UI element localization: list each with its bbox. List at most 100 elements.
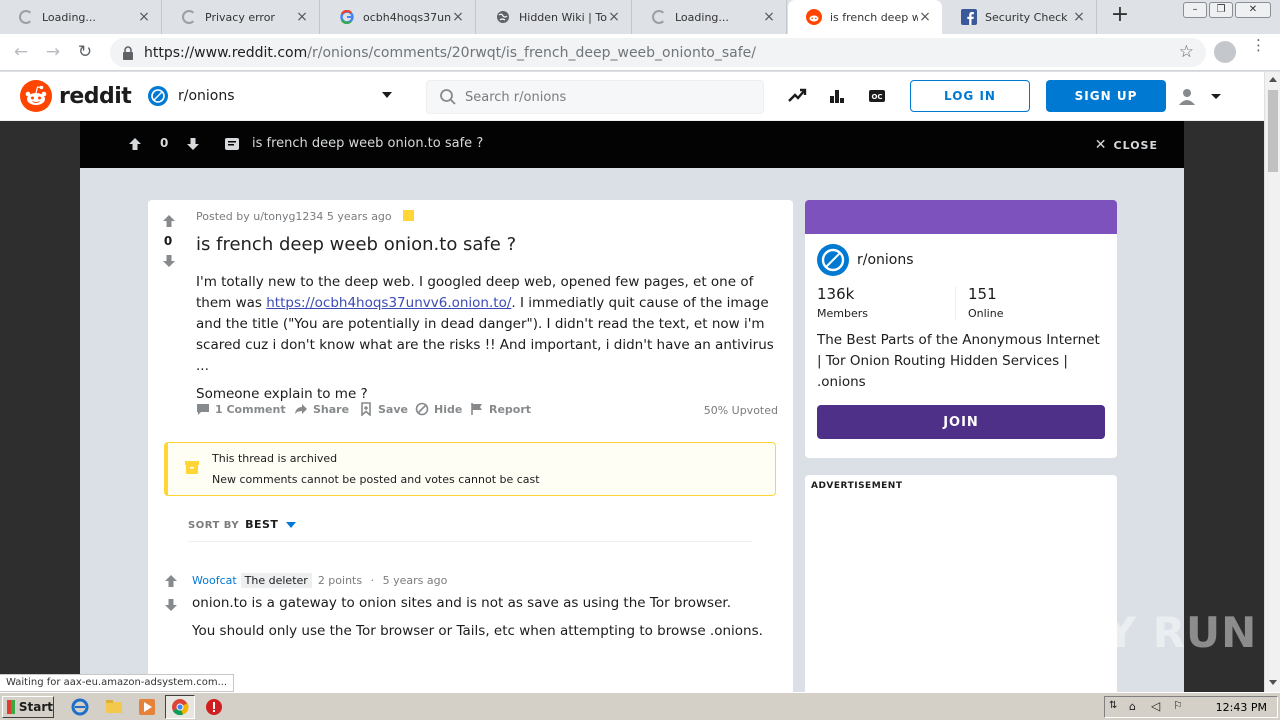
media-player-icon[interactable]	[137, 697, 157, 717]
community-icon	[148, 86, 168, 106]
post-title-bar: 0 is french deep weeb onion.to safe ? ✕ C…	[80, 121, 1184, 168]
scroll-down-icon[interactable]	[1269, 680, 1277, 685]
start-button[interactable]: Start	[2, 696, 54, 718]
tab-close-icon[interactable]: ×	[918, 9, 932, 25]
tab-close-icon[interactable]: ×	[451, 9, 465, 25]
browser-tab[interactable]: Privacy error ×	[163, 0, 320, 34]
back-arrow-icon[interactable]: ←	[10, 42, 32, 62]
browser-menu-icon[interactable]: ⋮	[1251, 38, 1266, 53]
url-host: https://www.reddit.com	[144, 44, 308, 61]
comment-author[interactable]: Woofcat	[192, 574, 237, 587]
tab-close-icon[interactable]: ×	[295, 9, 309, 25]
globe-icon	[495, 9, 511, 25]
browser-tab[interactable]: Loading... ×	[633, 0, 787, 34]
close-window-icon[interactable]: ✕	[1235, 2, 1271, 18]
community-name[interactable]: r/onions	[857, 252, 914, 268]
restore-icon[interactable]: ❐	[1209, 2, 1233, 18]
advertisement-box: ADVERTISEMENT	[805, 475, 1117, 692]
community-banner	[805, 200, 1117, 234]
tab-close-icon[interactable]: ×	[762, 9, 776, 25]
sort-value: BEST	[245, 518, 279, 531]
comments-button[interactable]: 1 Comment	[196, 402, 286, 416]
forward-arrow-icon[interactable]: →	[42, 42, 64, 62]
archive-icon	[185, 461, 199, 474]
browser-tab[interactable]: ocbh4hoqs37unvv6 ×	[321, 0, 476, 34]
hide-button[interactable]: Hide	[415, 402, 462, 416]
volume-icon[interactable]: ◁	[1151, 699, 1160, 713]
join-button[interactable]: JOIN	[817, 405, 1105, 439]
online-count: 151	[968, 285, 997, 303]
chevron-down-icon	[382, 92, 392, 98]
save-button[interactable]: Save	[359, 402, 408, 416]
search-box[interactable]	[426, 80, 764, 114]
downvote-arrow-icon[interactable]	[186, 137, 200, 151]
upvote-arrow-icon[interactable]	[128, 137, 142, 151]
spinner-icon	[18, 9, 34, 25]
browser-tab-active[interactable]: is french deep weeb ×	[788, 0, 942, 34]
ie-icon[interactable]	[70, 697, 90, 717]
archived-title: This thread is archived	[212, 452, 338, 465]
reload-icon[interactable]: ↻	[74, 42, 96, 62]
online-stat: 151 Online	[968, 285, 1003, 320]
scrollbar-thumb[interactable]	[1268, 90, 1278, 172]
scroll-up-icon[interactable]	[1269, 77, 1277, 82]
upvote-arrow-icon[interactable]	[164, 574, 178, 588]
network-icon[interactable]: ⌂	[1129, 700, 1136, 713]
downvote-arrow-icon[interactable]	[162, 254, 176, 268]
tab-close-icon[interactable]: ×	[137, 9, 151, 25]
address-bar[interactable]: https://www.reddit.com/r/onions/comments…	[110, 38, 1206, 67]
close-label: CLOSE	[1113, 139, 1158, 152]
login-button[interactable]: LOG IN	[910, 80, 1030, 112]
share-button[interactable]: Share	[294, 402, 349, 416]
upvote-arrow-icon[interactable]	[162, 214, 176, 228]
leaderboard-icon[interactable]	[827, 86, 847, 106]
members-count: 136k	[817, 285, 855, 303]
search-input[interactable]	[465, 89, 745, 105]
downvote-arrow-icon[interactable]	[164, 598, 178, 612]
tab-close-icon[interactable]: ×	[1072, 9, 1086, 25]
flag-icon[interactable]: ⚐	[1173, 699, 1183, 712]
minimize-icon[interactable]: –	[1183, 2, 1207, 18]
chrome-taskbar-button[interactable]	[165, 695, 195, 719]
new-tab-icon[interactable]: +	[1108, 4, 1132, 28]
post-author-time[interactable]: Posted by u/tonyg1234 5 years ago	[196, 210, 392, 223]
reddit-wordmark[interactable]: reddit	[59, 84, 132, 109]
close-button[interactable]: ✕ CLOSE	[1095, 137, 1158, 153]
signup-button[interactable]: SIGN UP	[1046, 80, 1166, 112]
report-label: Report	[489, 402, 532, 416]
user-menu-dropdown[interactable]	[1176, 86, 1226, 108]
comment-icon	[197, 404, 209, 415]
tab-close-icon[interactable]: ×	[607, 9, 621, 25]
comment-text: You should only use the Tor browser or T…	[192, 623, 763, 639]
facebook-icon	[961, 9, 977, 25]
spinner-icon	[181, 9, 197, 25]
vertical-scrollbar[interactable]	[1264, 72, 1280, 692]
reddit-logo-icon[interactable]	[20, 80, 52, 112]
svg-text:OC: OC	[871, 93, 882, 101]
stop-icon[interactable]	[204, 697, 224, 717]
post-actions: 1 Comment Share Save Hide Report 50% Upv…	[196, 402, 778, 420]
close-icon: ✕	[1094, 137, 1108, 153]
user-flair: The deleter	[240, 573, 312, 588]
community-icon[interactable]	[817, 244, 849, 276]
post-body-link[interactable]: https://ocbh4hoqs37unvv6.onion.to/	[266, 295, 511, 311]
browser-tab[interactable]: Security Check Requ ×	[943, 0, 1097, 34]
divider	[955, 286, 956, 320]
browser-tab[interactable]: Loading... ×	[0, 0, 162, 34]
share-icon	[295, 404, 307, 414]
folder-icon[interactable]	[104, 697, 124, 717]
vote-score: 0	[163, 234, 173, 248]
tray-expand-icon[interactable]: ⇅	[1109, 700, 1117, 711]
profile-avatar-icon[interactable]	[1214, 41, 1236, 63]
online-label: Online	[968, 307, 1004, 320]
sort-dropdown[interactable]: SORT BY BEST	[188, 518, 297, 531]
report-button[interactable]: Report	[470, 402, 531, 416]
tab-title: Security Check Requ	[985, 10, 1072, 24]
community-dropdown[interactable]: r/onions	[140, 80, 402, 112]
original-content-icon[interactable]: OC	[867, 86, 887, 106]
windows-flag-icon	[7, 700, 15, 714]
bookmark-star-icon[interactable]: ☆	[1179, 42, 1194, 62]
comment-time[interactable]: 5 years ago	[383, 574, 448, 587]
trending-icon[interactable]	[787, 86, 807, 106]
browser-tab[interactable]: Hidden Wiki | Tor .o ×	[477, 0, 632, 34]
